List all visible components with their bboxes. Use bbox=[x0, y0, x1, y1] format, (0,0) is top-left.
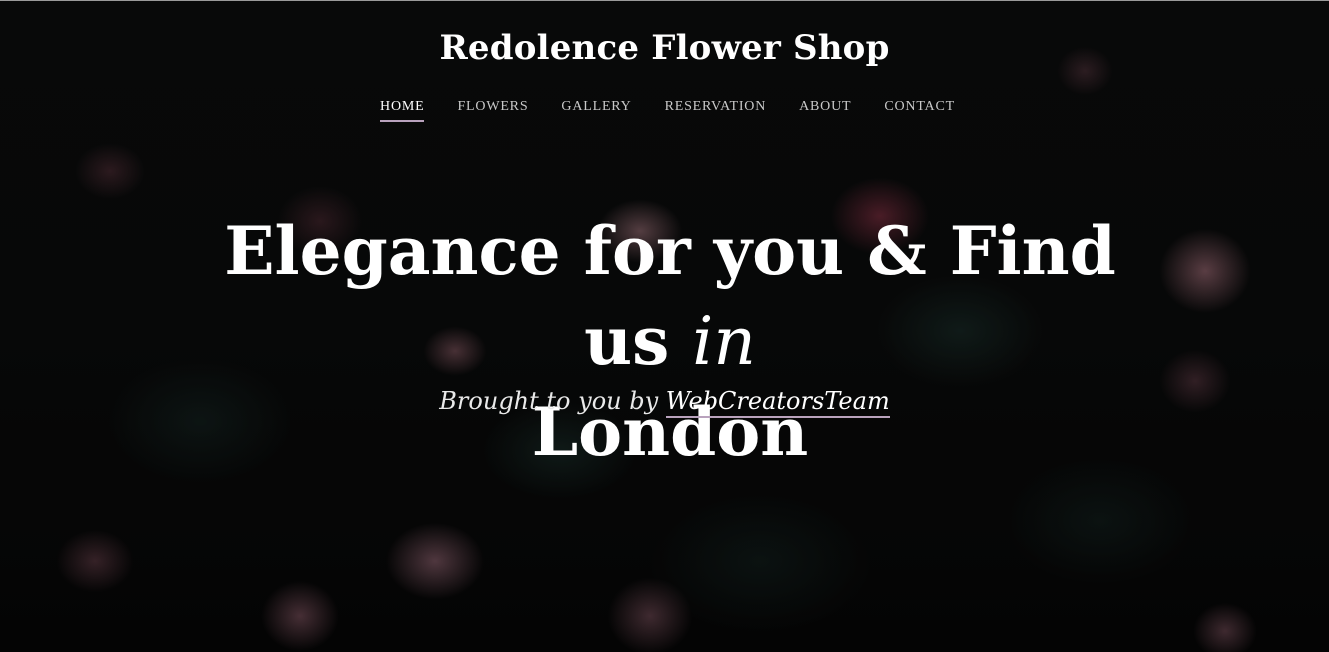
main-nav: HOME FLOWERS GALLERY RESERVATION ABOUT C… bbox=[0, 99, 1329, 122]
byline-credit-link[interactable]: WebCreatorsTeam bbox=[665, 387, 890, 418]
hero-headline-emphasis: in bbox=[692, 303, 756, 380]
hero-headline: Elegance for you & Find us in London bbox=[180, 206, 1160, 477]
hero-section: Redolence Flower Shop HOME FLOWERS GALLE… bbox=[0, 0, 1329, 652]
nav-item-contact[interactable]: CONTACT bbox=[884, 99, 955, 119]
hero-byline: Brought to you by WebCreatorsTeam bbox=[0, 387, 1329, 418]
nav-item-gallery[interactable]: GALLERY bbox=[561, 99, 631, 119]
nav-item-flowers[interactable]: FLOWERS bbox=[457, 99, 528, 119]
hero-headline-text: Elegance for you & Find us bbox=[224, 212, 1116, 380]
nav-item-reservation[interactable]: RESERVATION bbox=[665, 99, 767, 119]
nav-item-about[interactable]: ABOUT bbox=[799, 99, 851, 119]
site-title[interactable]: Redolence Flower Shop bbox=[0, 28, 1329, 68]
byline-prefix: Brought to you by bbox=[439, 387, 666, 415]
nav-item-home[interactable]: HOME bbox=[380, 99, 425, 122]
